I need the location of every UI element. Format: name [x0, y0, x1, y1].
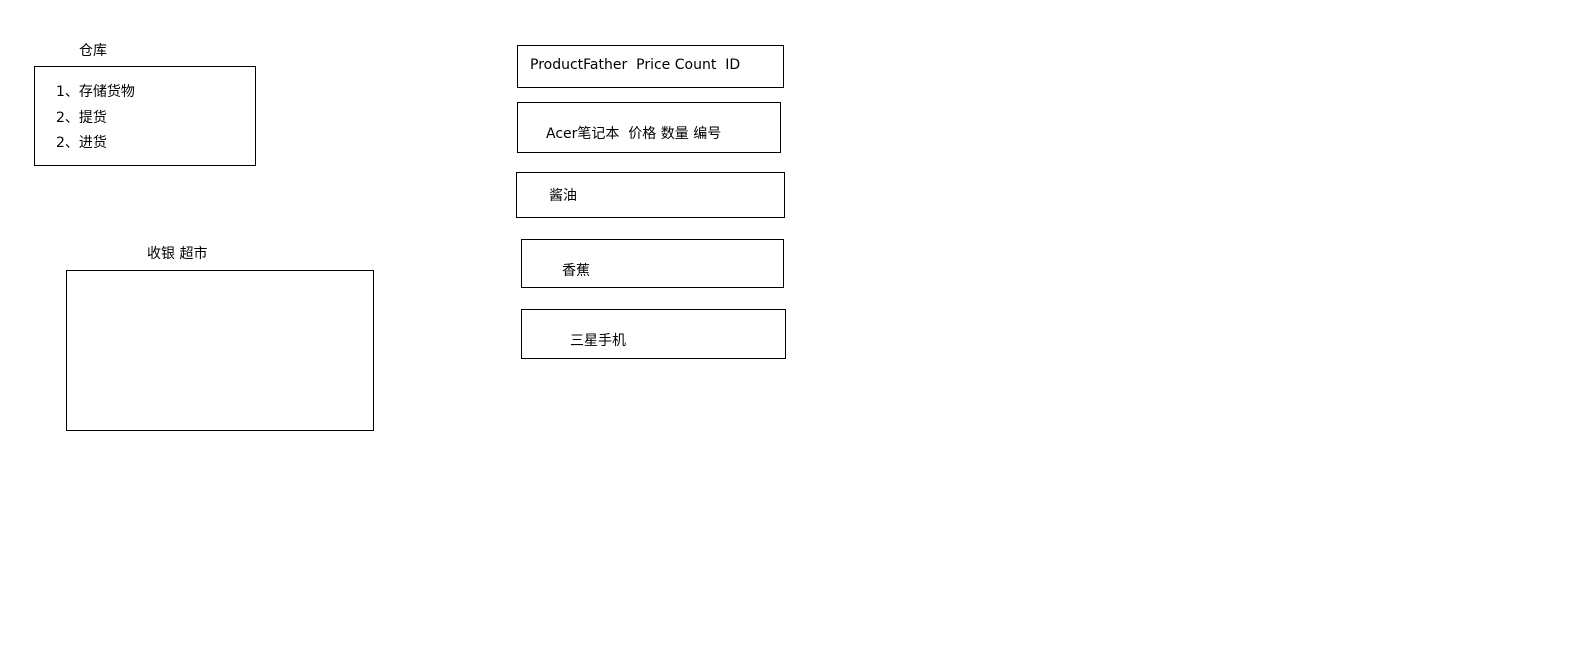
checkout-title: 收银 超市: [147, 246, 208, 262]
warehouse-item-store: 1、存储货物: [56, 84, 135, 100]
soy-sauce-label: 酱油: [549, 188, 577, 204]
acer-laptop-label: Acer笔记本 价格 数量 编号: [546, 126, 722, 142]
soy-sauce-box: 酱油: [516, 172, 785, 218]
warehouse-item-list: 1、存储货物 2、提货 2、进货: [56, 83, 135, 160]
warehouse-box: 1、存储货物 2、提货 2、进货: [34, 66, 256, 166]
acer-laptop-box: Acer笔记本 价格 数量 编号: [517, 102, 781, 153]
banana-label: 香蕉: [562, 263, 590, 279]
warehouse-title: 仓库: [79, 43, 107, 59]
warehouse-item-restock: 2、进货: [56, 135, 107, 151]
product-father-box: ProductFather Price Count ID: [517, 45, 784, 88]
warehouse-item-pickup: 2、提货: [56, 109, 107, 126]
product-father-label: ProductFather Price Count ID: [530, 57, 741, 73]
checkout-box: [66, 270, 374, 431]
samsung-phone-label: 三星手机: [570, 333, 626, 349]
samsung-phone-box: 三星手机: [521, 309, 786, 359]
banana-box: 香蕉: [521, 239, 784, 288]
